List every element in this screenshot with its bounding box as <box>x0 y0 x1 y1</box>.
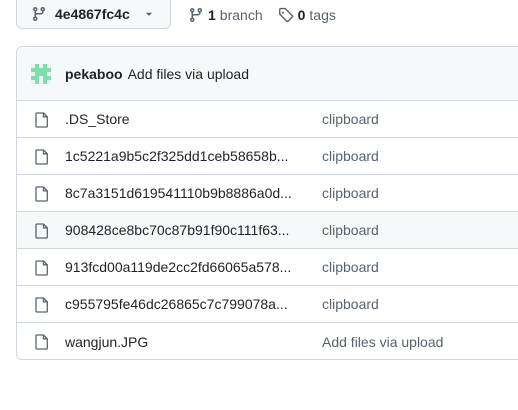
file-commit-link[interactable]: clipboard <box>322 185 379 201</box>
repo-toolbar: 4e4867fc4c 1 branch 0 tags <box>16 0 336 29</box>
file-commit-link[interactable]: clipboard <box>322 111 379 127</box>
file-name-link[interactable]: 913fcd00a119de2cc2fd66065a578... <box>65 259 305 275</box>
file-row[interactable]: .DS_Store clipboard <box>17 101 518 138</box>
file-commit-link[interactable]: clipboard <box>322 222 379 238</box>
chevron-down-icon <box>145 12 152 16</box>
file-name-link[interactable]: c955795fe46dc26865c7c799078a... <box>65 296 305 312</box>
avatar[interactable] <box>31 63 51 84</box>
branch-count: 1 <box>208 6 216 23</box>
file-row[interactable]: c955795fe46dc26865c7c799078a... clipboar… <box>17 286 518 323</box>
branch-select-button[interactable]: 4e4867fc4c <box>16 0 171 29</box>
file-icon <box>35 186 48 202</box>
commit-message-link[interactable]: Add files via upload <box>128 66 249 82</box>
file-row[interactable]: 913fcd00a119de2cc2fd66065a578... clipboa… <box>17 249 518 286</box>
file-icon <box>35 112 48 128</box>
git-branch-icon <box>32 7 45 22</box>
file-name-link[interactable]: 8c7a3151d619541110b9b8886a0d... <box>65 185 305 201</box>
file-icon <box>35 260 48 276</box>
file-name-link[interactable]: .DS_Store <box>65 111 305 127</box>
file-name-link[interactable]: 1c5221a9b5c2f325dd1ceb58658b... <box>65 148 305 164</box>
file-row[interactable]: 8c7a3151d619541110b9b8886a0d... clipboar… <box>17 175 518 212</box>
file-icon <box>35 334 48 350</box>
tag-label: tags <box>309 6 336 23</box>
current-ref-label: 4e4867fc4c <box>55 6 130 22</box>
file-row[interactable]: wangjun.JPG Add files via upload <box>17 323 518 359</box>
tag-count: 0 <box>297 6 306 23</box>
file-commit-link[interactable]: clipboard <box>322 148 379 164</box>
latest-commit-row: pekaboo Add files via upload <box>17 47 518 101</box>
tags-link[interactable]: 0 tags <box>278 7 336 23</box>
file-name-link[interactable]: wangjun.JPG <box>65 334 305 350</box>
git-branch-icon <box>189 7 202 22</box>
file-commit-link[interactable]: clipboard <box>322 296 379 312</box>
file-commit-link[interactable]: clipboard <box>322 259 379 275</box>
file-row[interactable]: 1c5221a9b5c2f325dd1ceb58658b... clipboar… <box>17 138 518 175</box>
file-row[interactable]: 908428ce8bc70c87b91f90c111f63... clipboa… <box>17 212 518 249</box>
file-commit-link[interactable]: Add files via upload <box>322 334 443 350</box>
commit-author-link[interactable]: pekaboo <box>65 66 123 82</box>
file-icon <box>35 149 48 165</box>
file-icon <box>35 223 48 239</box>
branches-link[interactable]: 1 branch <box>188 7 263 23</box>
tag-icon <box>278 7 293 22</box>
repo-file-browser: 4e4867fc4c 1 branch 0 tags pekaboo Add f… <box>0 0 518 410</box>
file-name-link[interactable]: 908428ce8bc70c87b91f90c111f63... <box>65 222 305 238</box>
file-list: pekaboo Add files via upload .DS_Store c… <box>16 46 518 360</box>
branch-label: branch <box>219 6 263 23</box>
file-icon <box>35 297 48 313</box>
